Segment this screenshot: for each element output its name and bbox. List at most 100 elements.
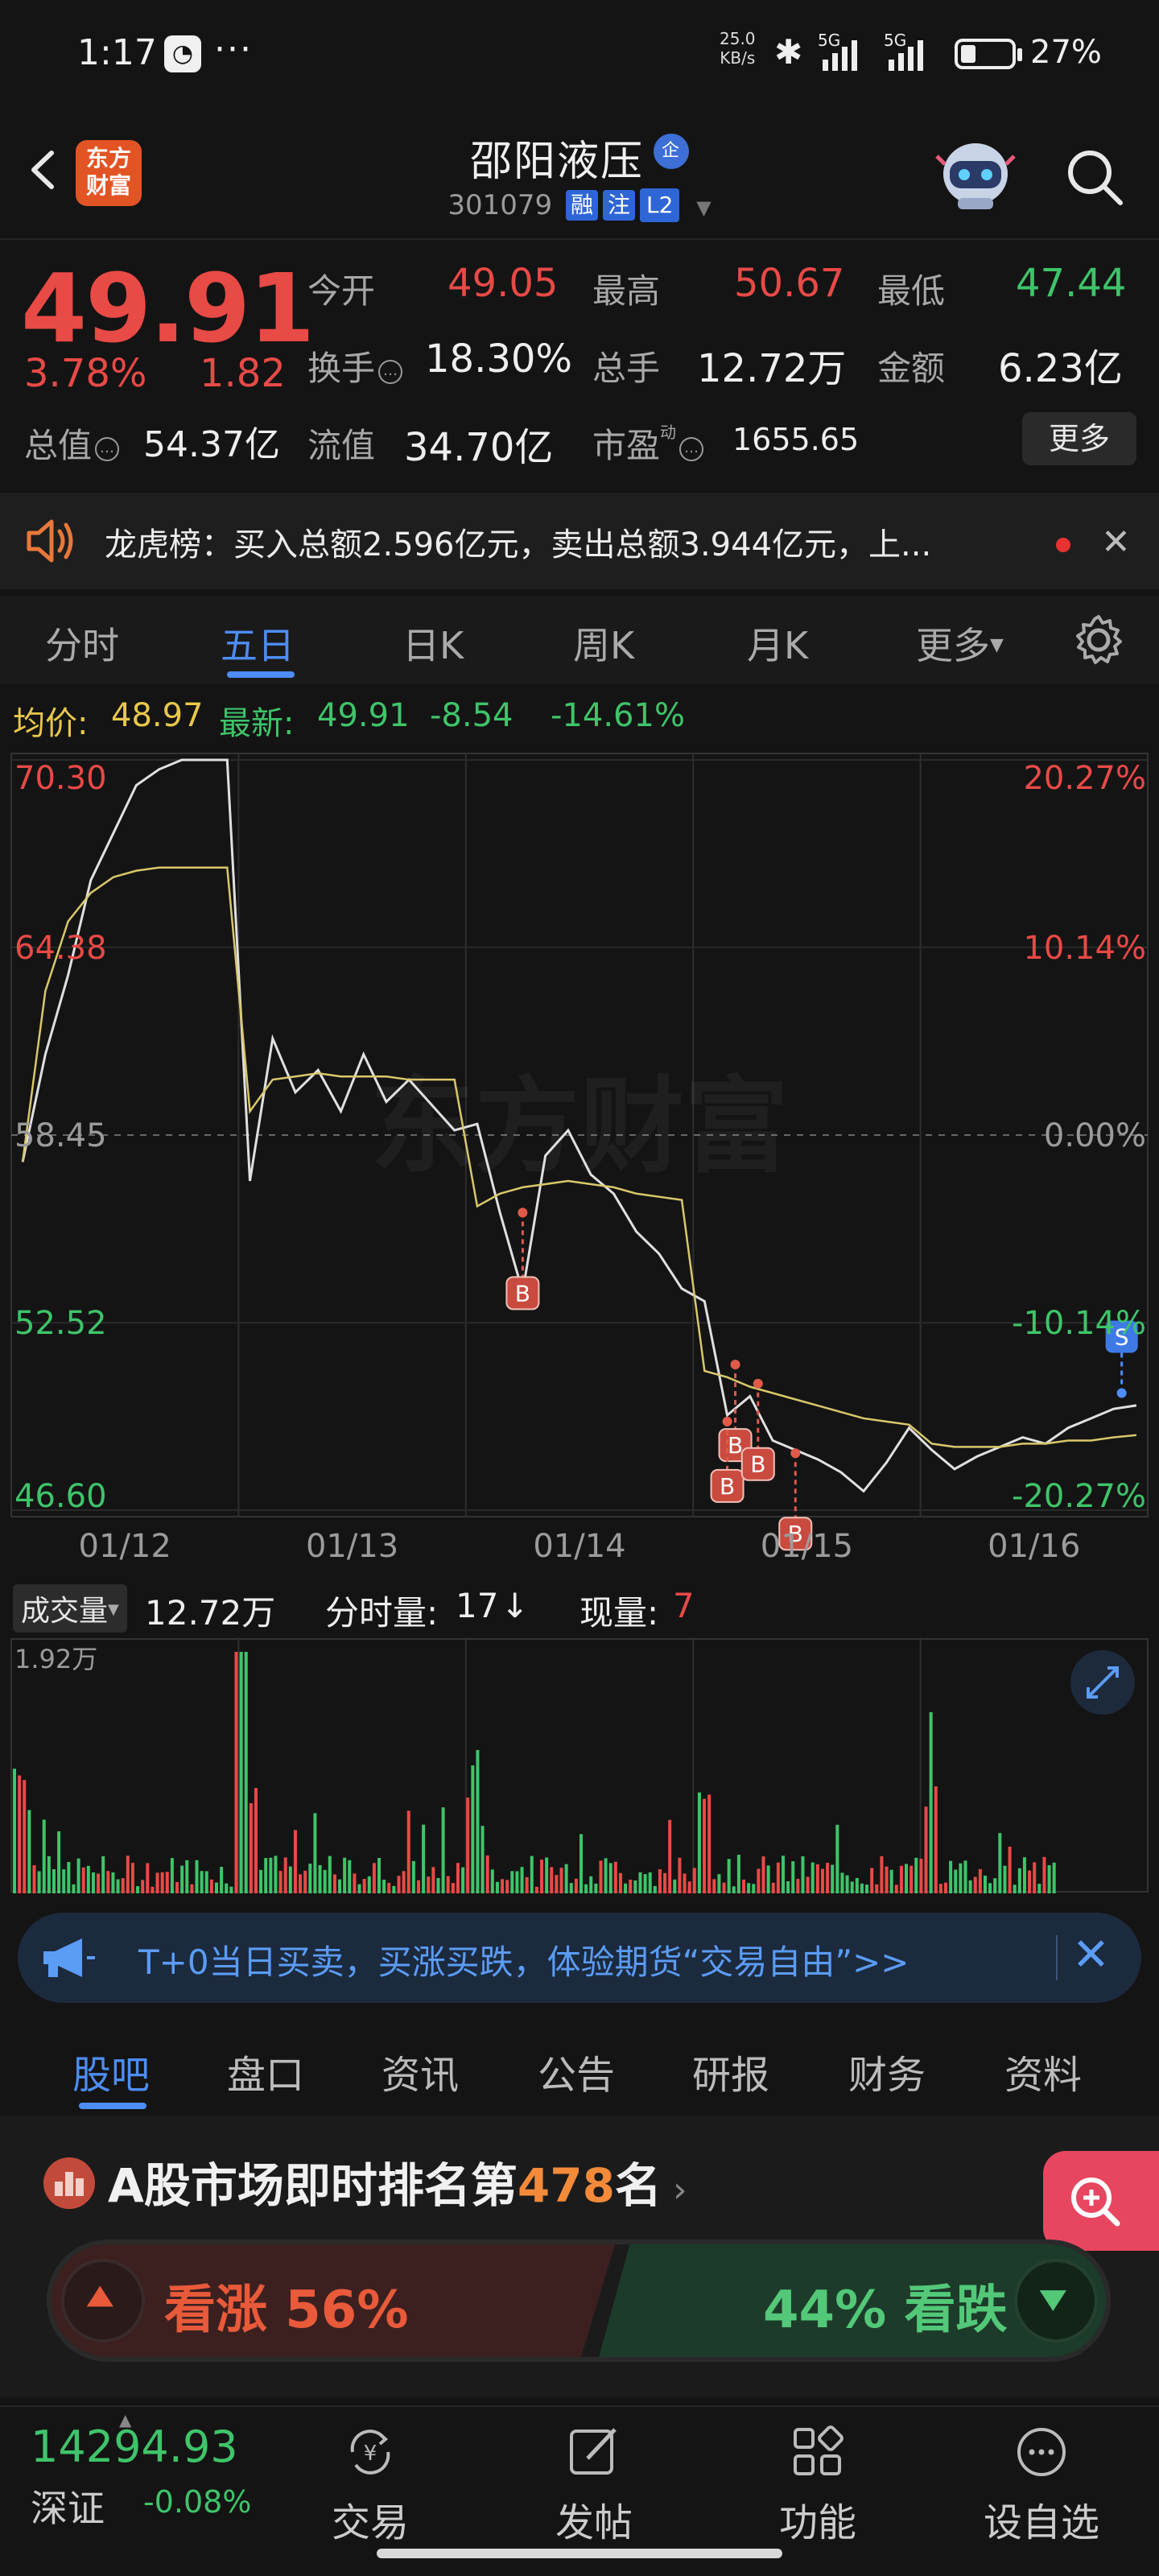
volume-bar xyxy=(540,1860,544,1893)
tab-forum[interactable]: 股吧 xyxy=(72,2043,150,2099)
megaphone-icon xyxy=(43,1938,95,1977)
nav-trade[interactable]: ¥ 交易 xyxy=(298,2423,443,2547)
volume-bar xyxy=(155,1872,159,1893)
bull-percent: 看涨 56% xyxy=(164,2281,409,2340)
volume-bar xyxy=(353,1873,357,1893)
volume-bar xyxy=(111,1872,115,1893)
volume-bar xyxy=(318,1864,322,1893)
volume-bar xyxy=(599,1860,603,1893)
volume-bar xyxy=(471,1765,475,1893)
volume-bar xyxy=(269,1857,273,1893)
volume-bar xyxy=(466,1798,470,1893)
tab-five-day[interactable]: 五日 xyxy=(221,617,295,670)
volume-chart[interactable]: 1.92万 xyxy=(0,1637,1159,1897)
volume-bar xyxy=(683,1873,687,1893)
tab-daily-k[interactable]: 日K xyxy=(402,617,464,670)
info-icon[interactable]: … xyxy=(378,360,403,384)
home-indicator xyxy=(377,2549,782,2558)
y-left-tick: 58.45 xyxy=(14,1117,107,1154)
volume-bar xyxy=(757,1868,761,1893)
info-icon[interactable]: … xyxy=(679,437,704,461)
dragon-tiger-banner[interactable]: 龙虎榜：买入总额2.596亿元，卖出总额3.944亿元，上... ✕ xyxy=(0,493,1159,589)
close-icon[interactable]: ✕ xyxy=(1072,1929,1110,1981)
volume-bar xyxy=(195,1860,199,1893)
tab-weekly-k[interactable]: 周K xyxy=(573,617,634,670)
nav-functions[interactable]: 功能 xyxy=(745,2423,890,2547)
info-icon[interactable]: … xyxy=(95,437,120,461)
volume-bar xyxy=(323,1869,327,1893)
magnifier-button[interactable] xyxy=(1043,2151,1159,2251)
futures-promo-banner[interactable]: T+0当日买卖，买涨买跌，体验期货“交易自由”>> ✕ xyxy=(18,1913,1141,2003)
avg-label: 均价: xyxy=(13,705,89,742)
volume-indicator-selector[interactable]: 成交量▼ xyxy=(13,1584,127,1633)
close-icon[interactable]: ✕ xyxy=(1101,522,1131,563)
volume-bar xyxy=(692,1868,696,1893)
volume-bar xyxy=(254,1788,258,1893)
search-icon[interactable] xyxy=(1062,145,1127,209)
volume-bar xyxy=(653,1885,657,1893)
tab-more[interactable]: 更多▼ xyxy=(916,617,1004,670)
tab-announcements[interactable]: 公告 xyxy=(538,2043,615,2099)
volume-bar xyxy=(387,1882,391,1893)
open-label: 今开 xyxy=(307,271,376,311)
tab-research[interactable]: 研报 xyxy=(692,2043,769,2099)
mktcap-value: 54.37亿 xyxy=(143,424,280,465)
volume-bar xyxy=(771,1882,775,1893)
speaker-icon xyxy=(27,519,73,563)
x-tick: 01/12 xyxy=(79,1528,171,1565)
volume-bar xyxy=(67,1862,71,1893)
nav-add-watchlist[interactable]: 设自选 xyxy=(969,2423,1114,2547)
more-button[interactable]: 更多 xyxy=(1022,412,1136,465)
volume-bar xyxy=(495,1881,499,1893)
rank-prefix: A股市场即时排名第 xyxy=(108,2158,518,2213)
volume-bar xyxy=(589,1876,593,1893)
tab-profile[interactable]: 资料 xyxy=(1004,2043,1082,2099)
volume-bar xyxy=(141,1880,145,1893)
tab-news[interactable]: 资讯 xyxy=(382,2043,459,2099)
gear-icon[interactable] xyxy=(1070,612,1127,668)
volume-bar xyxy=(27,1810,31,1893)
volume-bar xyxy=(924,1806,928,1893)
market-rank[interactable]: A股市场即时排名第478名 › xyxy=(108,2148,687,2215)
mktcap-label-text: 总值 xyxy=(24,426,93,465)
volume-bar xyxy=(905,1864,909,1893)
index-name[interactable]: 深证 xyxy=(31,2479,105,2533)
volume-bar xyxy=(806,1876,810,1893)
y-left-tick: 46.60 xyxy=(14,1478,107,1515)
nav-add-watchlist-label: 设自选 xyxy=(983,2500,1099,2545)
volume-bar xyxy=(362,1878,366,1893)
five-day-price-chart[interactable]: 东方财富 BBBBBS 70.30 20.27%64.38 10.14%58.45 0… xyxy=(0,744,1159,1573)
volume-bar xyxy=(988,1883,992,1893)
volume-bar xyxy=(865,1885,869,1893)
vote-up-button[interactable] xyxy=(61,2259,145,2343)
expand-icon[interactable] xyxy=(1070,1650,1135,1715)
status-time: 1:17 xyxy=(77,32,157,73)
tab-monthly-k[interactable]: 月K xyxy=(747,617,808,670)
volume-bar xyxy=(313,1813,317,1893)
volume-bar xyxy=(781,1856,785,1893)
robot-assistant-icon[interactable] xyxy=(934,132,1017,213)
volume-bar xyxy=(870,1868,874,1893)
volume-total: 12.72万 xyxy=(145,1593,276,1633)
volume-bar xyxy=(515,1871,519,1893)
volume-bar xyxy=(451,1883,455,1893)
tab-intraday[interactable]: 分时 xyxy=(45,617,119,670)
volume-label: 成交量 xyxy=(21,1595,109,1628)
ranking-icon xyxy=(43,2157,95,2209)
volume-bar xyxy=(914,1857,918,1893)
nav-post-label: 发帖 xyxy=(555,2500,633,2545)
battery-percent: 27% xyxy=(1030,34,1102,71)
index-value[interactable]: 14294.93 xyxy=(31,2421,238,2472)
volume-bar xyxy=(638,1872,642,1893)
volume-bar xyxy=(929,1711,933,1893)
svg-text:¥: ¥ xyxy=(364,2442,377,2466)
tab-order-book[interactable]: 盘口 xyxy=(227,2043,304,2099)
net-speed-unit: KB/s xyxy=(720,48,756,68)
turnover-label: 换手… xyxy=(307,341,403,390)
volume-bar xyxy=(633,1880,637,1893)
volume-bar xyxy=(801,1856,805,1893)
vote-down-button[interactable] xyxy=(1014,2259,1098,2343)
tab-financials[interactable]: 财务 xyxy=(848,2043,926,2099)
volume-bar xyxy=(431,1867,435,1893)
nav-post[interactable]: 发帖 xyxy=(522,2423,666,2547)
